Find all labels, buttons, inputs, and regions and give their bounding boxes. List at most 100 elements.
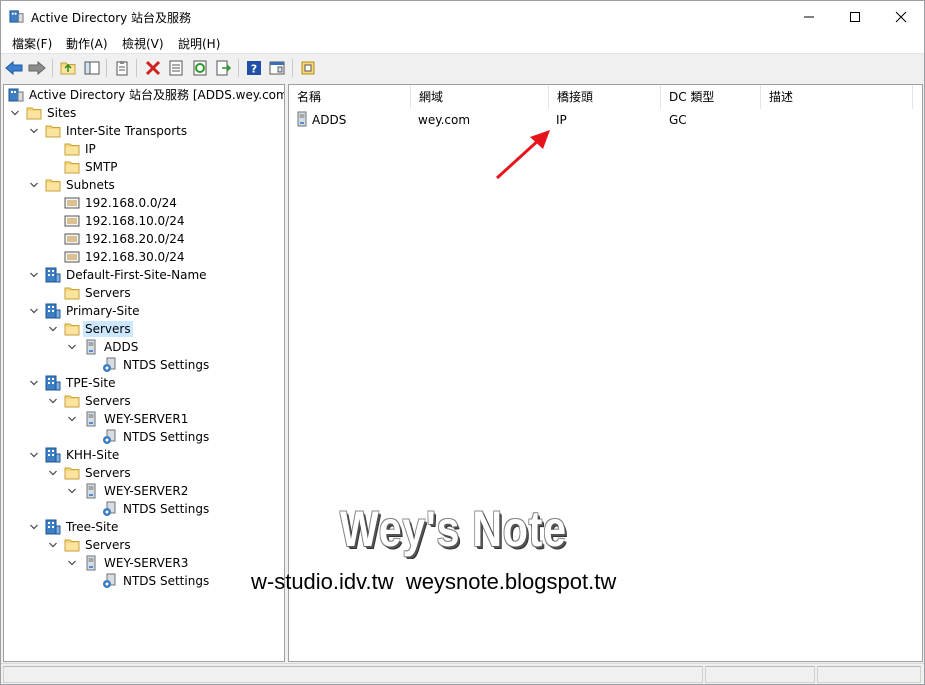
- tree-label: 192.168.30.0/24: [85, 250, 185, 264]
- folder-icon: [64, 465, 80, 481]
- column-header-domain[interactable]: 網域: [411, 85, 549, 109]
- help-icon: ?: [247, 61, 261, 76]
- window-title: Active Directory 站台及服務: [31, 11, 192, 25]
- close-button[interactable]: [878, 1, 924, 32]
- folder-icon: [45, 177, 61, 193]
- server-icon: [83, 411, 99, 427]
- tree-label: Inter-Site Transports: [66, 124, 188, 138]
- chevron-down-icon[interactable]: [29, 126, 39, 136]
- clipboard-button[interactable]: [112, 58, 132, 78]
- site-icon: [45, 447, 61, 463]
- chevron-down-icon[interactable]: [48, 396, 58, 406]
- help-button[interactable]: ?: [244, 58, 264, 78]
- maximize-icon: [850, 11, 860, 22]
- forward-button[interactable]: [27, 58, 47, 78]
- minimize-button[interactable]: [786, 1, 832, 32]
- menu-bar: 檔案(F) 動作(A) 檢視(V) 說明(H): [1, 32, 924, 53]
- export-list-button[interactable]: [213, 58, 233, 78]
- show-hide-tree-button[interactable]: [82, 58, 102, 78]
- tree-label: WEY-SERVER3: [104, 556, 189, 570]
- chevron-down-icon[interactable]: [48, 540, 58, 550]
- folder-icon: [26, 105, 42, 121]
- chevron-down-icon[interactable]: [48, 468, 58, 478]
- server-icon: [83, 555, 99, 571]
- menu-help[interactable]: 說明(H): [178, 35, 220, 52]
- watermark-title: Wey's Note: [340, 501, 567, 557]
- watermark-urls: w-studio.idv.tw weysnote.blogspot.tw: [251, 569, 617, 594]
- refresh-button[interactable]: [190, 58, 210, 78]
- tree-label: 192.168.20.0/24: [85, 232, 185, 246]
- chevron-down-icon[interactable]: [29, 378, 39, 388]
- clipboard-icon: [116, 61, 128, 76]
- toolbar-separator: [292, 59, 293, 77]
- menu-view[interactable]: 檢視(V): [122, 35, 164, 52]
- new-object-button[interactable]: [298, 58, 318, 78]
- subnet-icon: [64, 195, 80, 211]
- ad-sites-icon: [8, 87, 24, 103]
- tree-label: IP: [85, 142, 96, 156]
- export-list-icon: [216, 60, 231, 76]
- console-tree-pane[interactable]: Active Directory 站台及服務 [ADDS.wey.com] Si…: [3, 84, 285, 662]
- cell-dc-type: GC: [669, 113, 687, 127]
- chevron-down-icon[interactable]: [29, 522, 39, 532]
- ntds-settings-icon: [102, 429, 118, 445]
- folder-icon: [45, 123, 61, 139]
- console-view-icon: [269, 61, 285, 75]
- chevron-down-icon[interactable]: [10, 108, 20, 118]
- properties-button[interactable]: [166, 58, 186, 78]
- cell-name: ADDS: [312, 113, 347, 127]
- show-hide-tree-icon: [84, 61, 100, 75]
- status-segment: [705, 666, 815, 683]
- chevron-down-icon[interactable]: [67, 342, 77, 352]
- server-icon: [294, 111, 310, 127]
- tree-label: TPE-Site: [66, 376, 116, 390]
- tree-label: 192.168.10.0/24: [85, 214, 185, 228]
- chevron-down-icon[interactable]: [29, 306, 39, 316]
- server-icon: [83, 339, 99, 355]
- tree-label: Sites: [47, 106, 77, 120]
- title-bar[interactable]: Active Directory 站台及服務: [1, 1, 924, 32]
- maximize-button[interactable]: [832, 1, 878, 32]
- menu-file[interactable]: 檔案(F): [12, 35, 52, 52]
- toolbar: ?: [1, 53, 924, 82]
- subnet-icon: [64, 249, 80, 265]
- chevron-down-icon[interactable]: [29, 180, 39, 190]
- close-icon: [895, 11, 907, 22]
- chevron-down-icon[interactable]: [29, 450, 39, 460]
- toolbar-separator: [136, 59, 137, 77]
- column-header-dc-type[interactable]: DC 類型: [661, 85, 761, 109]
- menu-action[interactable]: 動作(A): [66, 35, 108, 52]
- toolbar-separator: [52, 59, 53, 77]
- back-button[interactable]: [4, 58, 24, 78]
- ntds-settings-icon: [102, 357, 118, 373]
- delete-button[interactable]: [143, 58, 163, 78]
- chevron-down-icon[interactable]: [48, 324, 58, 334]
- up-folder-button[interactable]: [58, 58, 78, 78]
- annotation-arrow: [495, 130, 550, 180]
- tree-label: WEY-SERVER1: [104, 412, 189, 426]
- site-icon: [45, 267, 61, 283]
- console-view-button[interactable]: [267, 58, 287, 78]
- chevron-down-icon[interactable]: [67, 414, 77, 424]
- tree-label: NTDS Settings: [123, 574, 210, 588]
- chevron-down-icon[interactable]: [29, 270, 39, 280]
- tree-label: WEY-SERVER2: [104, 484, 189, 498]
- tree-label: Subnets: [66, 178, 115, 192]
- ad-sites-app-icon: [8, 9, 25, 24]
- column-header-bridgehead[interactable]: 橋接頭: [549, 85, 661, 109]
- tree-label: Servers: [83, 321, 133, 337]
- column-header-description[interactable]: 描述: [761, 85, 913, 109]
- tree-label: NTDS Settings: [123, 502, 210, 516]
- tree-label: Servers: [85, 538, 131, 552]
- new-object-icon: [301, 61, 315, 75]
- site-icon: [45, 375, 61, 391]
- tree-label: NTDS Settings: [123, 430, 210, 444]
- column-header-name[interactable]: 名稱: [289, 85, 411, 109]
- properties-icon: [169, 60, 183, 76]
- chevron-down-icon[interactable]: [67, 486, 77, 496]
- tree-label: SMTP: [85, 160, 118, 174]
- folder-icon: [64, 321, 80, 337]
- chevron-down-icon[interactable]: [67, 558, 77, 568]
- subnet-icon: [64, 213, 80, 229]
- tree-label: Active Directory 站台及服務 [ADDS.wey.com]: [29, 88, 285, 102]
